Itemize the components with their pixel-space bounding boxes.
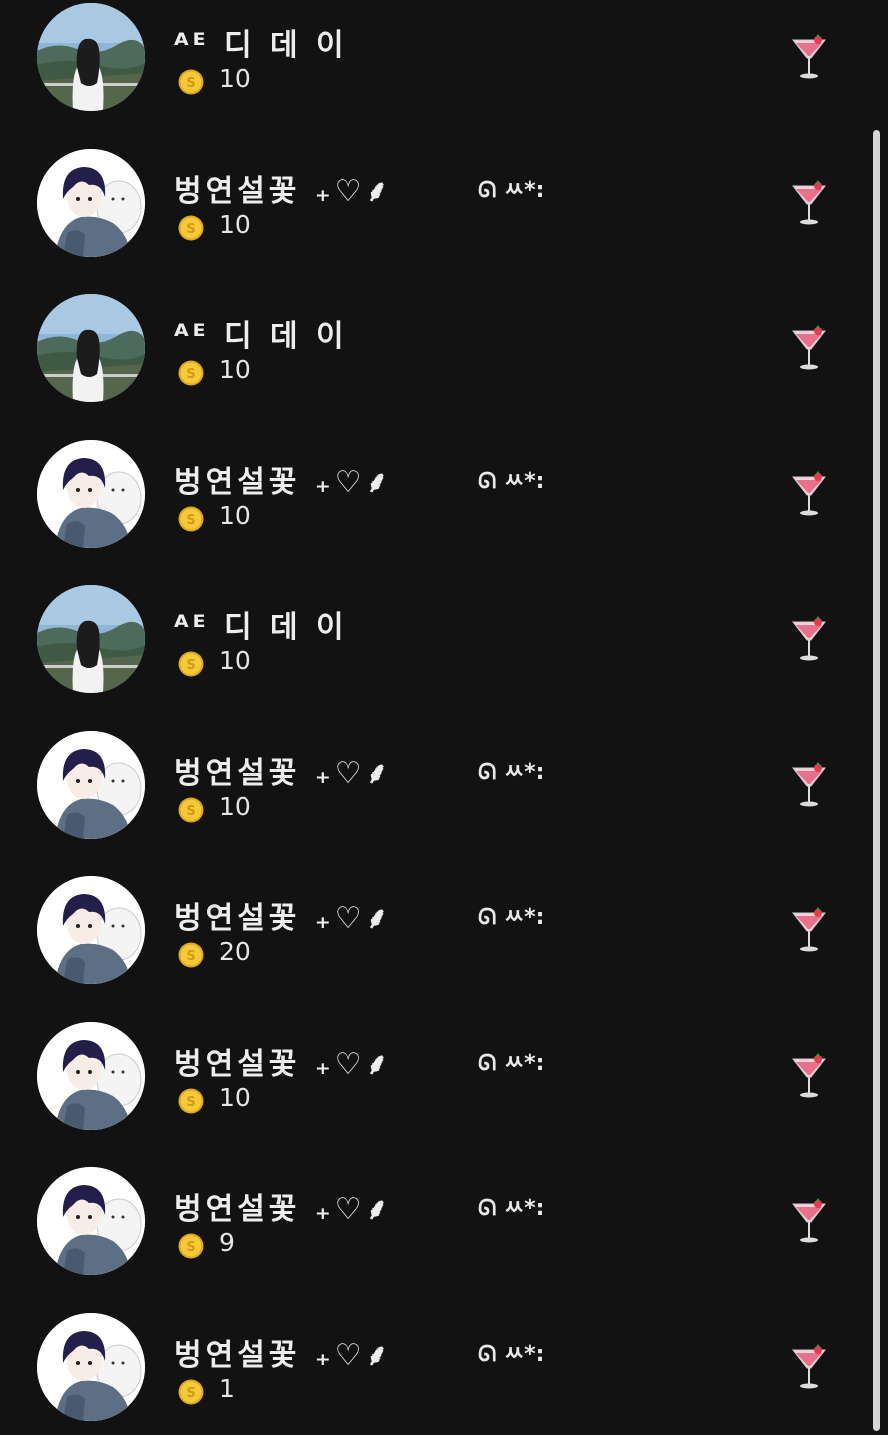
gold-coin-icon: S (178, 215, 204, 241)
coin-amount: 10 (219, 210, 251, 239)
gold-coin-icon: S (178, 1233, 204, 1259)
user-status: ᘏ ㅆ*: (478, 899, 544, 931)
username: 벙연설꽃 ₊♡⸙ (174, 166, 392, 210)
list-item[interactable]: ᴬᴱ 디 데 이 S 10 (0, 562, 870, 708)
list-item[interactable]: ᴬᴱ 디 데 이 S 10 (0, 271, 870, 417)
donation-list: ᴬᴱ 디 데 이 S 10 벙연설꽃 ₊♡⸙ ᘏ ㅆ*: S 10 ᴬᴱ 디 데… (0, 0, 870, 1435)
svg-text:S: S (186, 949, 195, 964)
list-item[interactable]: 벙연설꽃 ₊♡⸙ ᘏ ㅆ*: S 20 (0, 853, 870, 999)
gold-coin-icon: S (178, 651, 204, 677)
svg-text:S: S (186, 513, 195, 528)
username: 벙연설꽃 ₊♡⸙ (174, 1039, 392, 1083)
coin-amount: 10 (219, 355, 251, 384)
svg-text:S: S (186, 1095, 195, 1110)
list-item[interactable]: 벙연설꽃 ₊♡⸙ ᘏ ㅆ*: S 10 (0, 126, 870, 272)
cocktail-icon[interactable] (789, 616, 829, 664)
list-item[interactable]: 벙연설꽃 ₊♡⸙ ᘏ ㅆ*: S 1 (0, 1290, 870, 1435)
gold-coin-icon: S (178, 1088, 204, 1114)
avatar[interactable] (37, 1313, 145, 1421)
cocktail-icon[interactable] (789, 1053, 829, 1101)
coin-amount: 10 (219, 1083, 251, 1112)
coin-amount: 10 (219, 64, 251, 93)
list-item[interactable]: 벙연설꽃 ₊♡⸙ ᘏ ㅆ*: S 9 (0, 1144, 870, 1290)
gold-coin-icon: S (178, 360, 204, 386)
username: 벙연설꽃 ₊♡⸙ (174, 893, 392, 937)
gold-coin-icon: S (178, 506, 204, 532)
cocktail-icon[interactable] (789, 325, 829, 373)
list-item[interactable]: 벙연설꽃 ₊♡⸙ ᘏ ㅆ*: S 10 (0, 999, 870, 1145)
coin-amount: 1 (219, 1374, 235, 1403)
gold-coin-icon: S (178, 797, 204, 823)
svg-text:S: S (186, 1240, 195, 1255)
cocktail-icon[interactable] (789, 907, 829, 955)
username: 벙연설꽃 ₊♡⸙ (174, 457, 392, 501)
username: ᴬᴱ 디 데 이 (174, 311, 348, 355)
avatar[interactable] (37, 731, 145, 839)
user-status: ᘏ ㅆ*: (478, 754, 544, 786)
coin-amount: 10 (219, 646, 251, 675)
user-status: ᘏ ㅆ*: (478, 172, 544, 204)
gold-coin-icon: S (178, 69, 204, 95)
avatar[interactable] (37, 149, 145, 257)
username: ᴬᴱ 디 데 이 (174, 20, 348, 64)
avatar[interactable] (37, 3, 145, 111)
cocktail-icon[interactable] (789, 471, 829, 519)
cocktail-icon[interactable] (789, 180, 829, 228)
coin-amount: 9 (219, 1228, 235, 1257)
cocktail-icon[interactable] (789, 1344, 829, 1392)
scrollbar-thumb[interactable] (873, 130, 880, 1431)
svg-text:S: S (186, 658, 195, 673)
svg-text:S: S (186, 367, 195, 382)
user-status: ᘏ ㅆ*: (478, 463, 544, 495)
avatar[interactable] (37, 585, 145, 693)
username: 벙연설꽃 ₊♡⸙ (174, 1184, 392, 1228)
gold-coin-icon: S (178, 1379, 204, 1405)
svg-text:S: S (186, 222, 195, 237)
list-item[interactable]: 벙연설꽃 ₊♡⸙ ᘏ ㅆ*: S 10 (0, 417, 870, 563)
coin-amount: 10 (219, 792, 251, 821)
cocktail-icon[interactable] (789, 1198, 829, 1246)
avatar[interactable] (37, 1167, 145, 1275)
gold-coin-icon: S (178, 942, 204, 968)
coin-amount: 10 (219, 501, 251, 530)
coin-amount: 20 (219, 937, 251, 966)
list-item[interactable]: ᴬᴱ 디 데 이 S 10 (0, 0, 870, 126)
avatar[interactable] (37, 440, 145, 548)
list-item[interactable]: 벙연설꽃 ₊♡⸙ ᘏ ㅆ*: S 10 (0, 708, 870, 854)
cocktail-icon[interactable] (789, 34, 829, 82)
username: 벙연설꽃 ₊♡⸙ (174, 1330, 392, 1374)
avatar[interactable] (37, 294, 145, 402)
user-status: ᘏ ㅆ*: (478, 1190, 544, 1222)
username: 벙연설꽃 ₊♡⸙ (174, 748, 392, 792)
avatar[interactable] (37, 876, 145, 984)
user-status: ᘏ ㅆ*: (478, 1336, 544, 1368)
avatar[interactable] (37, 1022, 145, 1130)
svg-text:S: S (186, 76, 195, 91)
cocktail-icon[interactable] (789, 762, 829, 810)
svg-text:S: S (186, 1386, 195, 1401)
username: ᴬᴱ 디 데 이 (174, 602, 348, 646)
user-status: ᘏ ㅆ*: (478, 1045, 544, 1077)
svg-text:S: S (186, 804, 195, 819)
